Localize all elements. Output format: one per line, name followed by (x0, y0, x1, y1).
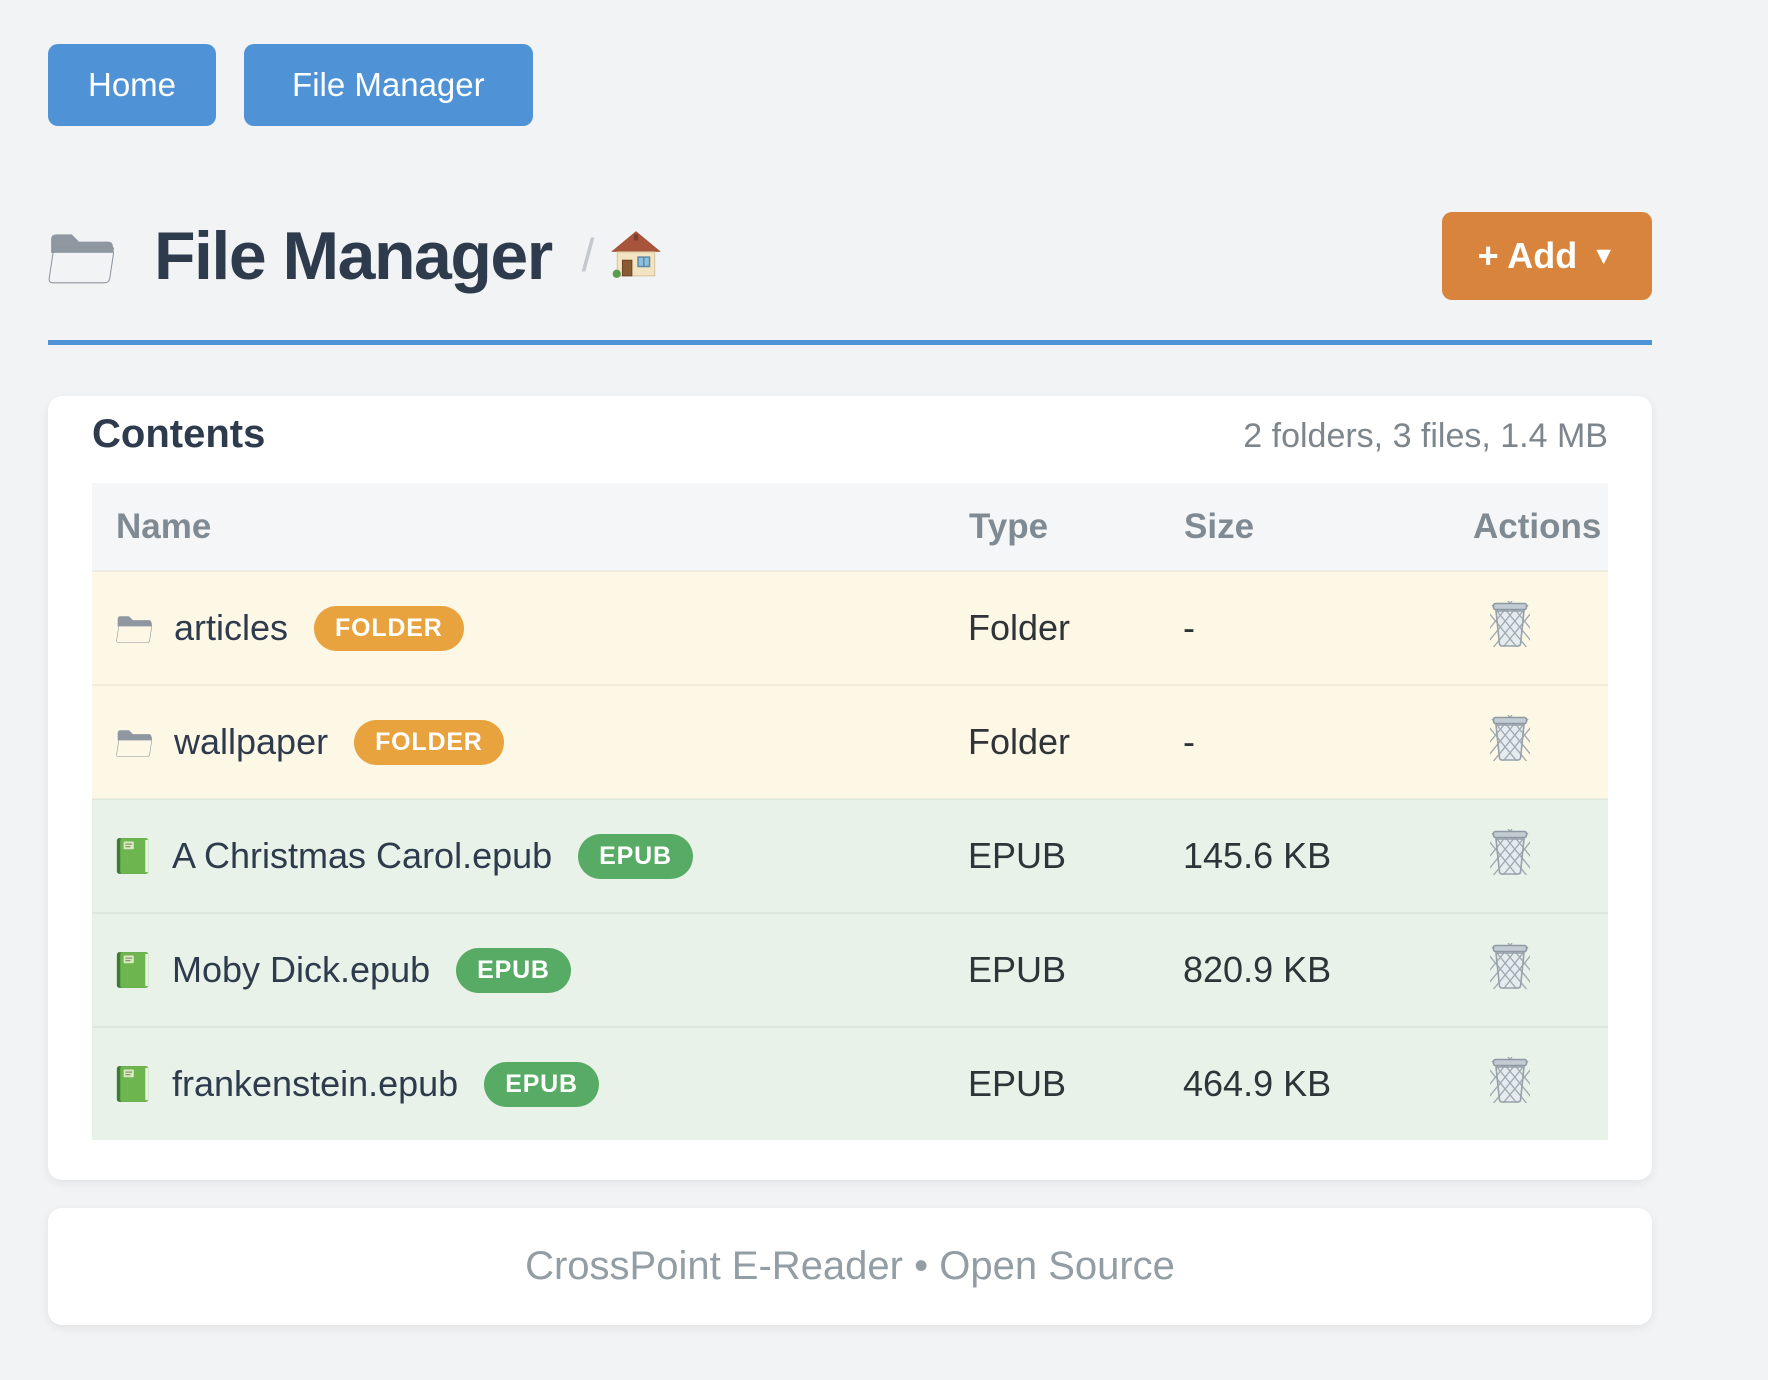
folder-icon (116, 726, 152, 758)
type-badge: EPUB (456, 948, 571, 993)
page-title: File Manager (154, 217, 552, 295)
delete-button[interactable] (1472, 943, 1530, 989)
column-header-type: Type (968, 483, 1183, 571)
trash-icon (1490, 749, 1530, 764)
nav-file-manager-button[interactable]: File Manager (244, 44, 533, 126)
table-row: A Christmas Carol.epub EPUB EPUB 145.6 K… (92, 799, 1608, 913)
trash-icon (1490, 977, 1530, 992)
type-badge: FOLDER (354, 720, 504, 765)
delete-button[interactable] (1472, 715, 1530, 761)
table-header-row: Name Type Size Actions (92, 483, 1608, 571)
book-icon (116, 951, 150, 989)
folder-icon (48, 227, 114, 285)
folder-icon (116, 612, 152, 644)
add-button-label: + Add (1478, 235, 1578, 276)
table-row: articles FOLDER Folder - (92, 571, 1608, 685)
row-name[interactable]: articles (174, 607, 288, 649)
size-cell: 145.6 KB (1183, 799, 1472, 913)
contents-panel: Contents 2 folders, 3 files, 1.4 MB Name… (48, 396, 1652, 1180)
row-name[interactable]: A Christmas Carol.epub (172, 835, 552, 877)
size-cell: 464.9 KB (1183, 1027, 1472, 1140)
size-cell: - (1183, 571, 1472, 685)
add-button[interactable]: + Add ▼ (1442, 212, 1652, 300)
book-icon (116, 837, 150, 875)
type-badge: FOLDER (314, 606, 464, 651)
files-table: Name Type Size Actions articles FOLDER F… (92, 483, 1608, 1140)
row-name[interactable]: wallpaper (174, 721, 328, 763)
type-badge: EPUB (484, 1062, 599, 1107)
delete-button[interactable] (1472, 829, 1530, 875)
column-header-name: Name (92, 483, 968, 571)
top-nav: Home File Manager (48, 44, 1652, 126)
table-row: Moby Dick.epub EPUB EPUB 820.9 KB (92, 913, 1608, 1027)
caret-down-icon: ▼ (1591, 242, 1616, 270)
house-icon (610, 266, 662, 281)
title-divider (48, 340, 1652, 345)
type-cell: Folder (968, 685, 1183, 799)
trash-icon (1490, 863, 1530, 878)
size-cell: 820.9 KB (1183, 913, 1472, 1027)
page: Home File Manager File Manager / + Add ▼ (48, 0, 1652, 1325)
trash-icon (1490, 635, 1530, 650)
type-cell: EPUB (968, 1027, 1183, 1140)
column-header-actions: Actions (1472, 483, 1608, 571)
delete-button[interactable] (1472, 601, 1530, 647)
row-name[interactable]: frankenstein.epub (172, 1063, 458, 1105)
breadcrumb-home-link[interactable] (610, 230, 662, 278)
type-cell: Folder (968, 571, 1183, 685)
page-header: File Manager / + Add ▼ (48, 212, 1652, 300)
breadcrumb: / (582, 230, 663, 282)
type-cell: EPUB (968, 913, 1183, 1027)
contents-summary: 2 folders, 3 files, 1.4 MB (1243, 417, 1608, 456)
footer-text: CrossPoint E-Reader • Open Source (525, 1244, 1175, 1289)
column-header-size: Size (1183, 483, 1472, 571)
nav-home-button[interactable]: Home (48, 44, 216, 126)
row-name[interactable]: Moby Dick.epub (172, 949, 430, 991)
table-row: frankenstein.epub EPUB EPUB 464.9 KB (92, 1027, 1608, 1140)
delete-button[interactable] (1472, 1057, 1530, 1103)
table-row: wallpaper FOLDER Folder - (92, 685, 1608, 799)
trash-icon (1490, 1091, 1530, 1106)
size-cell: - (1183, 685, 1472, 799)
type-cell: EPUB (968, 799, 1183, 913)
type-badge: EPUB (578, 834, 693, 879)
footer: CrossPoint E-Reader • Open Source (48, 1208, 1652, 1325)
panel-title: Contents (92, 412, 265, 457)
breadcrumb-separator: / (582, 232, 595, 278)
book-icon (116, 1065, 150, 1103)
